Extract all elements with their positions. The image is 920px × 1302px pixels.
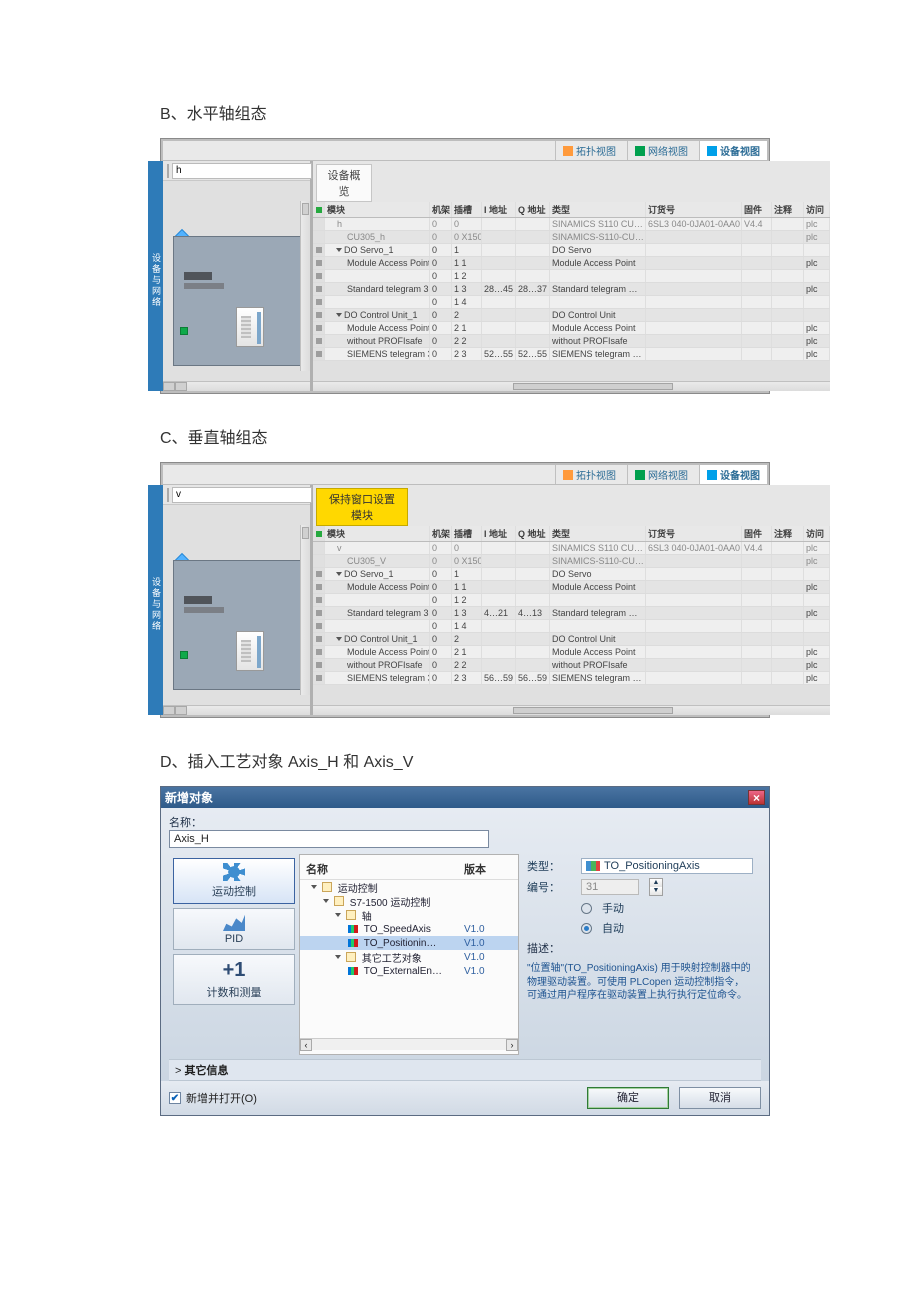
side-tab[interactable]: 设备与网络 — [148, 161, 163, 391]
tb-device-btn[interactable] — [167, 164, 169, 178]
other-info-header[interactable]: > 其它信息 — [169, 1059, 761, 1081]
tree-item[interactable]: S7-1500 运动控制 — [300, 894, 518, 908]
number-field: 31 — [581, 879, 639, 895]
section-c-title: C、垂直轴组态 — [160, 424, 770, 448]
tb-device-btn-c[interactable] — [167, 488, 169, 502]
section-b-title: B、水平轴组态 — [160, 100, 770, 124]
device-name-input[interactable] — [172, 163, 312, 179]
v-scrollbar[interactable] — [300, 201, 310, 371]
chart-icon — [223, 913, 245, 931]
drive-module[interactable] — [236, 307, 264, 347]
network-icon — [635, 470, 645, 480]
screenshot-b: 拓扑视图 网络视图 设备视图 设备与网络 — [160, 138, 770, 394]
tab-network-c[interactable]: 网络视图 — [627, 465, 695, 484]
topology-icon — [563, 470, 573, 480]
name-label: 名称： — [169, 814, 761, 830]
new-object-dialog: 新增对象 × 名称： 运动控制 PID +1计数和测量 名称版本 运动控制 S7… — [160, 786, 770, 1116]
cat-pid[interactable]: PID — [173, 908, 295, 950]
drive-module-c[interactable] — [236, 631, 264, 671]
type-field: TO_PositioningAxis — [581, 858, 753, 874]
grid-h-scroll[interactable] — [313, 381, 830, 391]
panel-title: 设备概览 — [316, 164, 372, 202]
type-icon — [586, 861, 600, 871]
tree-h-scroll[interactable]: ‹› — [300, 1038, 518, 1050]
h-scrollbar-c[interactable] — [163, 705, 310, 715]
dialog-title: 新增对象 — [165, 789, 213, 806]
h-scrollbar[interactable] — [163, 381, 310, 391]
new-open-label: 新增并打开(O) — [186, 1090, 257, 1106]
tab-device-c[interactable]: 设备视图 — [699, 465, 767, 484]
tree-item[interactable]: TO_SpeedAxisV1.0 — [300, 922, 518, 936]
tab-topology-c[interactable]: 拓扑视图 — [555, 465, 623, 484]
cat-motion[interactable]: 运动控制 — [173, 858, 295, 904]
radio-manual[interactable] — [581, 903, 592, 914]
new-open-checkbox[interactable]: ✔ — [169, 1092, 181, 1104]
tab-network[interactable]: 网络视图 — [627, 141, 695, 160]
topology-icon — [563, 146, 573, 156]
close-icon[interactable]: × — [748, 790, 765, 805]
tree-item[interactable]: 其它工艺对象V1.0 — [300, 950, 518, 964]
status-dot — [180, 651, 188, 659]
cancel-button[interactable]: 取消 — [679, 1087, 761, 1109]
tree-item[interactable]: 运动控制 — [300, 880, 518, 894]
desc-label: 描述： — [527, 940, 753, 956]
v-scrollbar-c[interactable] — [300, 525, 310, 695]
section-d-title: D、插入工艺对象 Axis_H 和 Axis_V — [160, 748, 770, 772]
status-dot — [180, 327, 188, 335]
number-spinner[interactable]: ▲▼ — [649, 878, 663, 896]
device-rack-c[interactable] — [173, 560, 303, 690]
name-input[interactable] — [169, 830, 489, 848]
device-icon — [707, 146, 717, 156]
desc-text: "位置轴"(TO_PositioningAxis) 用于映射控制器中的物理驱动装… — [527, 962, 753, 1003]
tab-topology[interactable]: 拓扑视图 — [555, 141, 623, 160]
plus-icon: +1 — [223, 959, 246, 982]
cat-counter[interactable]: +1计数和测量 — [173, 954, 295, 1005]
device-icon — [707, 470, 717, 480]
radio-auto[interactable] — [581, 923, 592, 934]
device-rack[interactable] — [173, 236, 303, 366]
device-name-input-c[interactable] — [172, 487, 312, 503]
network-icon — [635, 146, 645, 156]
screenshot-c: 拓扑视图 网络视图 设备视图 设备与网络 — [160, 462, 770, 718]
grid-h-scroll-c[interactable] — [313, 705, 830, 715]
panel-keep-setting[interactable]: 保持窗口设置 模块 — [316, 488, 408, 526]
tree-item[interactable]: TO_Positionin…V1.0 — [300, 936, 518, 950]
side-tab-c[interactable]: 设备与网络 — [148, 485, 163, 715]
tree-item[interactable]: TO_ExternalEn…V1.0 — [300, 964, 518, 978]
ok-button[interactable]: 确定 — [587, 1087, 669, 1109]
tab-device[interactable]: 设备视图 — [699, 141, 767, 160]
tree-item[interactable]: 轴 — [300, 908, 518, 922]
gear-icon — [223, 863, 245, 881]
